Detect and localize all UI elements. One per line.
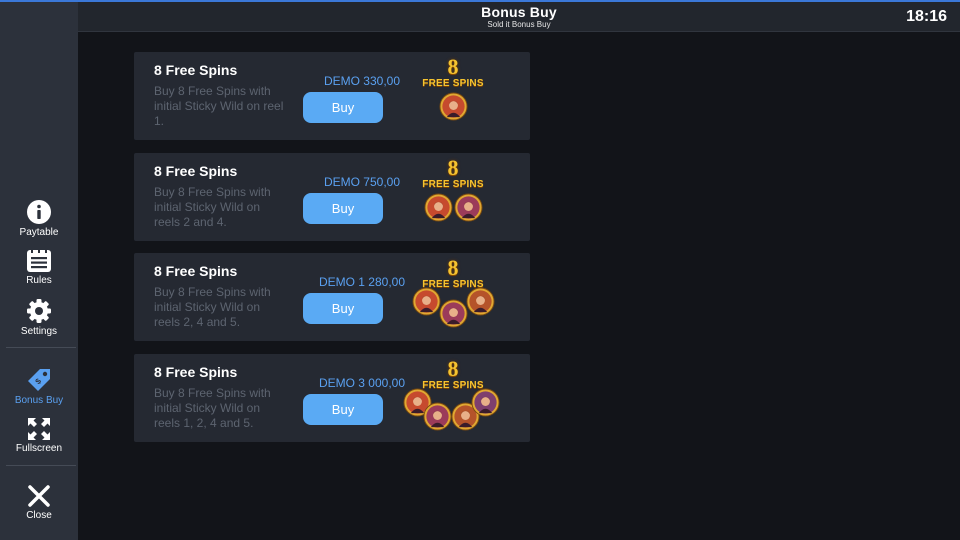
bonus-offer-card: 8 Free Spins Buy 8 Free Spins with initi… (134, 354, 530, 442)
free-spins-label: FREE SPINS (422, 179, 484, 190)
page-subtitle: Sold it Bonus Buy (487, 20, 551, 29)
clock: 18:16 (906, 8, 947, 25)
sidebar-divider (6, 465, 76, 466)
sidebar-item-label: Settings (20, 326, 58, 337)
offer-title: 8 Free Spins (154, 62, 238, 78)
sticky-wild-portrait-icon (424, 193, 453, 222)
sticky-wild-portrait-icon (454, 193, 483, 222)
free-spins-count: 8 (447, 255, 459, 280)
info-icon (27, 200, 51, 224)
fullscreen-icon (28, 418, 50, 440)
sticky-wild-portrait-icon (423, 402, 452, 431)
sidebar-item-close[interactable]: Close (0, 484, 78, 521)
buy-button[interactable]: Buy (303, 193, 383, 224)
sidebar-item-settings[interactable]: Settings (0, 298, 78, 337)
free-spins-emblem: 8 FREE SPINS (403, 356, 500, 438)
sidebar-item-bonus-buy[interactable]: $ Bonus Buy (0, 367, 78, 406)
offer-description: Buy 8 Free Spins with initial Sticky Wil… (154, 84, 284, 128)
page-title: Bonus Buy (481, 4, 557, 20)
offer-price: DEMO 330,00 (323, 74, 401, 88)
sidebar-item-label: Rules (26, 275, 52, 286)
bonus-offer-card: 8 Free Spins Buy 8 Free Spins with initi… (134, 253, 530, 341)
buy-button[interactable]: Buy (303, 394, 383, 425)
offer-title: 8 Free Spins (154, 163, 238, 179)
sidebar-item-label: Bonus Buy (14, 395, 64, 406)
free-spins-count: 8 (447, 155, 459, 180)
free-spins-emblem: 8 FREE SPINS (412, 255, 495, 337)
free-spins-label: FREE SPINS (422, 78, 484, 89)
sidebar-menu: Paytable Rules Settings $ Bonus Buy Full… (0, 2, 78, 540)
free-spins-count: 8 (447, 54, 459, 79)
rules-icon (27, 250, 51, 272)
sticky-wild-portrait-icon (439, 92, 468, 121)
header-bar: Bonus Buy Sold it Bonus Buy 18:16 (78, 2, 960, 32)
offer-description: Buy 8 Free Spins with initial Sticky Wil… (154, 185, 271, 229)
sidebar-item-label: Fullscreen (15, 443, 63, 454)
offer-title: 8 Free Spins (154, 364, 238, 380)
sticky-wild-portrait-icon (412, 287, 441, 316)
sidebar-item-paytable[interactable]: Paytable (0, 199, 78, 238)
tag-icon: $ (28, 369, 50, 391)
sticky-wild-portrait-icon (466, 287, 495, 316)
offer-description: Buy 8 Free Spins with initial Sticky Wil… (154, 285, 271, 329)
offer-price: DEMO 1 280,00 (318, 275, 406, 289)
bonus-offer-card: 8 Free Spins Buy 8 Free Spins with initi… (134, 153, 530, 241)
sidebar-item-fullscreen[interactable]: Fullscreen (0, 417, 78, 454)
gear-icon (27, 299, 51, 323)
sidebar-divider (6, 347, 76, 348)
sidebar-item-rules[interactable]: Rules (0, 249, 78, 286)
free-spins-emblem: 8 FREE SPINS (412, 56, 494, 136)
buy-button[interactable]: Buy (303, 92, 383, 123)
free-spins-emblem: 8 FREE SPINS (412, 157, 494, 237)
offer-description: Buy 8 Free Spins with initial Sticky Wil… (154, 386, 271, 430)
sticky-wild-portrait-icon (439, 299, 468, 328)
offer-price: DEMO 750,00 (323, 175, 401, 189)
bonus-offer-card: 8 Free Spins Buy 8 Free Spins with initi… (134, 52, 530, 140)
free-spins-count: 8 (447, 356, 459, 381)
sidebar-item-label: Paytable (19, 227, 59, 238)
sidebar-item-label: Close (26, 510, 52, 521)
offer-title: 8 Free Spins (154, 263, 238, 279)
close-icon (28, 485, 50, 507)
sticky-wild-portrait-icon (471, 388, 500, 417)
buy-button[interactable]: Buy (303, 293, 383, 324)
